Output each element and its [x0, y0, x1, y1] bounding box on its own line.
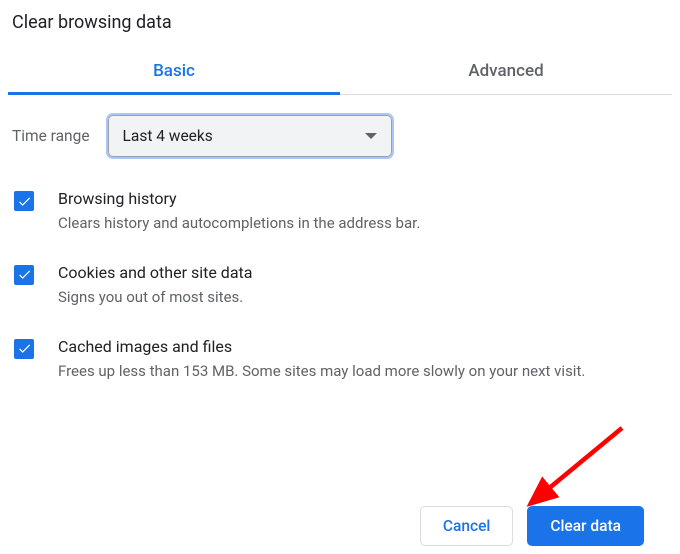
time-range-select[interactable]: Last 4 weeks: [108, 115, 392, 157]
clear-data-button[interactable]: Clear data: [527, 506, 644, 546]
dialog-footer: Cancel Clear data: [420, 506, 644, 546]
chevron-down-icon: [365, 133, 377, 139]
option-desc: Clears history and autocompletions in th…: [58, 213, 420, 235]
check-icon: [17, 267, 32, 282]
dialog-title: Clear browsing data: [8, 4, 672, 49]
option-cookies: Cookies and other site data Signs you ou…: [8, 249, 672, 323]
time-range-label: Time range: [12, 127, 90, 145]
option-text: Browsing history Clears history and auto…: [58, 189, 420, 235]
option-desc: Signs you out of most sites.: [58, 287, 252, 309]
check-icon: [17, 341, 32, 356]
checkbox-cookies[interactable]: [14, 265, 34, 285]
cancel-button[interactable]: Cancel: [420, 506, 513, 546]
option-desc: Frees up less than 153 MB. Some sites ma…: [58, 361, 585, 383]
tab-basic-label: Basic: [153, 61, 195, 81]
tab-advanced-label: Advanced: [468, 61, 543, 81]
tabs-bar: Basic Advanced: [8, 49, 672, 95]
clear-data-button-label: Clear data: [550, 517, 621, 535]
option-cached: Cached images and files Frees up less th…: [8, 323, 672, 397]
tab-basic[interactable]: Basic: [8, 49, 340, 94]
check-icon: [17, 194, 32, 209]
tab-advanced[interactable]: Advanced: [340, 49, 672, 94]
option-browsing-history: Browsing history Clears history and auto…: [8, 175, 672, 249]
cancel-button-label: Cancel: [443, 517, 490, 535]
option-text: Cookies and other site data Signs you ou…: [58, 263, 252, 309]
clear-browsing-data-dialog: Clear browsing data Basic Advanced Time …: [0, 0, 680, 404]
time-range-row: Time range Last 4 weeks: [8, 95, 672, 175]
checkbox-cached[interactable]: [14, 339, 34, 359]
option-title: Browsing history: [58, 189, 420, 208]
option-title: Cookies and other site data: [58, 263, 252, 282]
time-range-value: Last 4 weeks: [123, 127, 213, 145]
option-title: Cached images and files: [58, 337, 585, 356]
checkbox-browsing-history[interactable]: [14, 191, 34, 211]
option-text: Cached images and files Frees up less th…: [58, 337, 585, 383]
